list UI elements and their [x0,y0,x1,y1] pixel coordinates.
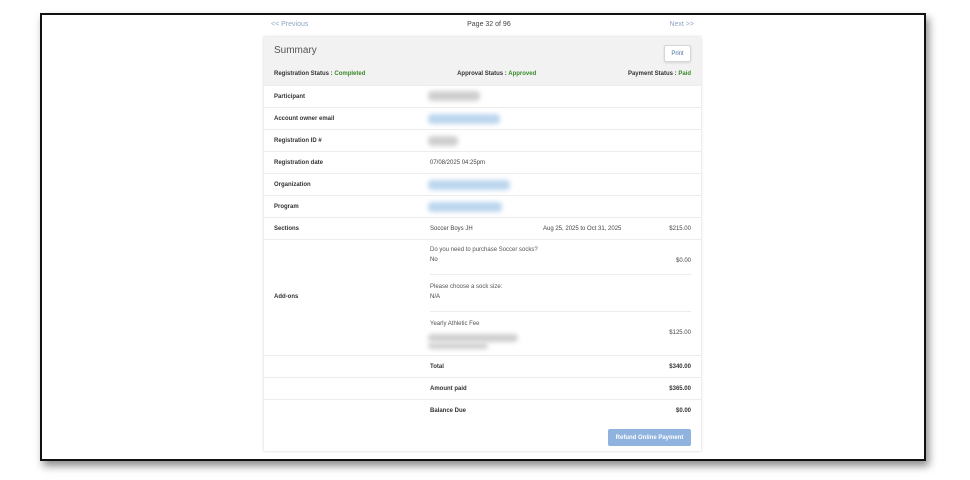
approval-status: Approval Status : Approved [457,71,536,77]
amount-paid-label: Amount paid [430,386,467,392]
addons-row: Add-ons Do you need to purchase Soccer s… [264,239,701,355]
total-row: Total $340.00 [264,355,701,377]
payment-status: Payment Status : Paid [628,71,691,77]
status-bar: Registration Status : Completed Approval… [274,71,691,77]
sections-label: Sections [274,226,300,232]
registration-id-row: Registration ID # [264,129,701,151]
addon-redacted [428,334,518,342]
balance-due-value: $0.00 [675,408,691,414]
addon-divider [430,311,691,312]
account-email-label: Account owner email [274,116,335,122]
registration-status-value: Completed [334,71,366,77]
participant-label: Participant [274,94,306,100]
addon-question: Please choose a sock size: [430,284,503,290]
organization-redacted [428,180,510,190]
organization-label: Organization [274,182,311,188]
approval-status-value: Approved [508,71,537,77]
addon-answer: N/A [430,294,441,300]
participant-row: Participant [264,85,701,107]
total-label: Total [430,364,444,370]
summary-header: Summary Print Registration Status : Comp… [264,37,701,85]
addon-answer: No [430,257,438,263]
addon-price: $0.00 [675,258,691,264]
account-email-row: Account owner email [264,107,701,129]
page-indicator: Page 32 of 96 [467,20,511,28]
program-label: Program [274,204,299,210]
amount-paid-row: Amount paid $365.00 [264,377,701,399]
section-name: Soccer Boys JH [430,226,473,232]
program-redacted [428,202,502,212]
summary-panel: Summary Print Registration Status : Comp… [264,37,701,451]
registration-status-label: Registration Status : [274,71,333,77]
registration-date-value: 07/08/2025 04:25pm [430,160,486,166]
addon-redacted [428,343,488,349]
addons-label: Add-ons [274,294,299,300]
registration-id-label: Registration ID # [274,138,322,144]
payment-status-value: Paid [678,71,691,77]
addon-divider [430,274,691,275]
pagination: << Previous Page 32 of 96 Next >> [271,17,694,31]
section-price: $215.00 [669,226,691,232]
payment-status-label: Payment Status : [627,71,677,77]
addon-question: Do you need to purchase Soccer socks? [430,247,538,253]
balance-due-row: Balance Due $0.00 [264,399,701,421]
registration-status: Registration Status : Completed [274,71,365,77]
organization-row: Organization [264,173,701,195]
registration-id-redacted [428,136,458,146]
addon-price: $125.00 [669,330,691,336]
total-value: $340.00 [669,364,691,370]
addon-item: Yearly Athletic Fee $125.00 [430,321,691,336]
next-link[interactable]: Next >> [669,21,694,28]
approval-status-label: Approval Status : [457,71,507,77]
participant-redacted [428,91,480,101]
balance-due-label: Balance Due [430,408,467,414]
addon-item: Please choose a sock size: N/A [430,284,691,300]
section-dates: Aug 25, 2025 to Oct 31, 2025 [543,226,622,232]
sections-row: Sections Soccer Boys JH Aug 25, 2025 to … [264,217,701,239]
registration-date-row: Registration date 07/08/2025 04:25pm [264,151,701,173]
account-email-redacted [428,114,500,124]
previous-link[interactable]: << Previous [271,21,308,28]
registration-date-label: Registration date [274,160,324,166]
summary-title: Summary [274,45,317,56]
addon-item: Do you need to purchase Soccer socks? No… [430,247,691,264]
addon-question: Yearly Athletic Fee [430,321,480,327]
amount-paid-value: $365.00 [669,386,691,392]
refund-online-payment-button[interactable]: Refund Online Payment [608,429,691,446]
print-button[interactable]: Print [664,45,691,62]
program-row: Program [264,195,701,217]
